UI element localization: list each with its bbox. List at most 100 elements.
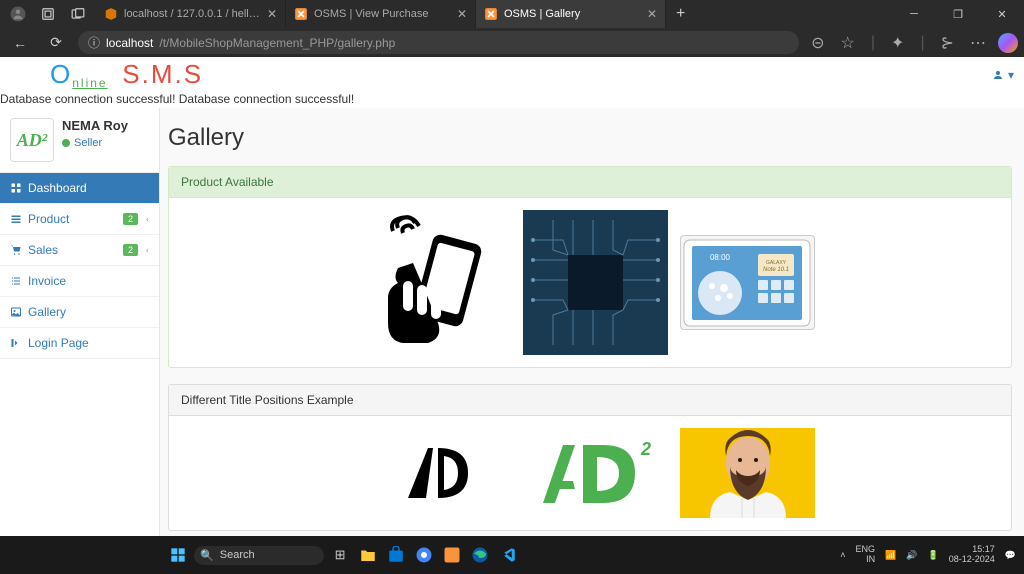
sidebar-item-label: Invoice: [28, 274, 66, 288]
window-controls: ─ ❐ ✕: [892, 0, 1024, 28]
gallery-image-tablet[interactable]: 08:00 GALAXY Note 10.1: [680, 235, 815, 330]
taskbar: 🔍 Search ⊞ ˄ ENGIN 📶 🔊 🔋 15:1708-12-2024…: [0, 536, 1024, 574]
gallery-image-ad2-logo[interactable]: 2: [523, 428, 668, 518]
back-button[interactable]: ←: [6, 29, 34, 57]
chevron-left-icon: ‹: [146, 214, 149, 224]
close-icon[interactable]: ✕: [267, 7, 277, 21]
brand-sms: S.M.S: [122, 59, 203, 89]
favorite-icon[interactable]: ☆: [837, 33, 859, 53]
badge: 2: [123, 244, 138, 256]
tray-chevron-icon[interactable]: ˄: [840, 550, 845, 560]
workspaces-icon[interactable]: [36, 2, 60, 26]
panel-heading: Product Available: [169, 167, 1011, 198]
new-tab-button[interactable]: +: [666, 5, 695, 23]
close-icon[interactable]: ✕: [647, 7, 657, 21]
badge: 2: [123, 213, 138, 225]
notifications-icon[interactable]: 💬: [1005, 550, 1016, 561]
wifi-icon[interactable]: 📶: [885, 550, 896, 561]
minimize-button[interactable]: ─: [892, 0, 936, 28]
sidebar-item-gallery[interactable]: Gallery: [0, 297, 159, 328]
taskbar-right: ˄ ENGIN 📶 🔊 🔋 15:1708-12-2024 💬: [840, 545, 1016, 565]
brand-logo[interactable]: Online S.M.S: [50, 59, 203, 90]
panel-title-positions: Different Title Positions Example 2: [168, 384, 1012, 531]
taskbar-app-xampp[interactable]: [440, 543, 464, 567]
taskbar-app-store[interactable]: [384, 543, 408, 567]
sidebar-item-invoice[interactable]: Invoice: [0, 266, 159, 297]
url-input[interactable]: ⓘ localhost/t/MobileShopManagement_PHP/g…: [78, 31, 799, 54]
svg-text:08:00: 08:00: [710, 253, 731, 262]
content-row: AD² NEMA Roy Seller Dashboard Product 2 …: [0, 108, 1024, 536]
info-icon: ⓘ: [88, 34, 100, 51]
taskbar-app-vscode[interactable]: [496, 543, 520, 567]
refresh-button[interactable]: ⟳: [42, 29, 70, 57]
sidebar-item-login[interactable]: Login Page: [0, 328, 159, 359]
panel-body: 08:00 GALAXY Note 10.1: [169, 198, 1011, 367]
sidebar-item-label: Product: [28, 212, 69, 226]
profile-avatar-icon[interactable]: [6, 2, 30, 26]
close-window-button[interactable]: ✕: [980, 0, 1024, 28]
language-indicator[interactable]: ENGIN: [856, 545, 876, 565]
sidebar-item-label: Login Page: [28, 336, 89, 350]
close-icon[interactable]: ✕: [457, 7, 467, 21]
gallery-image-ad-logo[interactable]: [366, 428, 511, 518]
chevron-down-icon: ▾: [1008, 68, 1014, 82]
svg-text:GALAXY: GALAXY: [766, 260, 787, 266]
brand-o: O: [50, 59, 72, 89]
address-bar: ← ⟳ ⓘ localhost/t/MobileShopManagement_P…: [0, 28, 1024, 57]
taskbar-app-explorer[interactable]: [356, 543, 380, 567]
arrow-right-icon: [10, 337, 22, 349]
volume-icon[interactable]: 🔊: [906, 550, 917, 561]
sidebar-item-label: Dashboard: [28, 181, 87, 195]
tab-title: localhost / 127.0.0.1 / hellophone: [124, 8, 261, 20]
maximize-button[interactable]: ❐: [936, 0, 980, 28]
more-icon[interactable]: ⋯: [966, 33, 990, 53]
taskbar-app-chrome[interactable]: [412, 543, 436, 567]
browser-tab-3[interactable]: OSMS | Gallery ✕: [476, 0, 666, 28]
sidebar-item-label: Gallery: [28, 305, 66, 319]
tab-bar: localhost / 127.0.0.1 / hellophone ✕ OSM…: [0, 0, 1024, 28]
battery-icon[interactable]: 🔋: [928, 550, 939, 561]
sidebar-item-dashboard[interactable]: Dashboard: [0, 173, 159, 204]
main-content: Gallery Product Available: [160, 108, 1024, 536]
zoom-icon[interactable]: ⊝: [807, 33, 828, 53]
collections-icon[interactable]: ⊱: [937, 33, 958, 53]
browser-chrome: localhost / 127.0.0.1 / hellophone ✕ OSM…: [0, 0, 1024, 57]
sidebar: AD² NEMA Roy Seller Dashboard Product 2 …: [0, 108, 160, 536]
profile-role[interactable]: Seller: [62, 137, 128, 149]
clock[interactable]: 15:1708-12-2024: [949, 545, 995, 565]
panel-product-available: Product Available: [168, 166, 1012, 368]
profile-name: NEMA Roy: [62, 118, 128, 133]
browser-tab-1[interactable]: localhost / 127.0.0.1 / hellophone ✕: [96, 0, 286, 28]
tab-actions-icon[interactable]: [66, 2, 90, 26]
brand-nline: nline: [72, 76, 107, 90]
sidebar-item-sales[interactable]: Sales 2 ‹: [0, 235, 159, 266]
url-host: localhost: [106, 36, 153, 50]
gallery-image-avatar[interactable]: [680, 428, 815, 518]
taskbar-center: 🔍 Search ⊞: [166, 543, 520, 567]
phpmyadmin-icon: [104, 7, 118, 21]
xampp-icon: [484, 7, 498, 21]
copilot-icon[interactable]: [998, 33, 1018, 53]
tab-title: OSMS | Gallery: [504, 8, 641, 20]
sidebar-nav: Dashboard Product 2 ‹ Sales 2 ‹ Invoice: [0, 173, 159, 359]
cart-icon: [10, 244, 22, 256]
start-button[interactable]: [166, 543, 190, 567]
db-connection-message: Database connection successful! Database…: [0, 92, 1024, 108]
user-dropdown[interactable]: ▾: [992, 68, 1014, 82]
task-view-icon[interactable]: ⊞: [328, 543, 352, 567]
page-content: Online S.M.S ▾ Database connection succe…: [0, 57, 1024, 536]
panel-heading: Different Title Positions Example: [169, 385, 1011, 416]
extensions-icon[interactable]: ✦: [887, 33, 908, 53]
browser-tab-2[interactable]: OSMS | View Purchase ✕: [286, 0, 476, 28]
sidebar-item-product[interactable]: Product 2 ‹: [0, 204, 159, 235]
address-actions: ⊝ ☆ | ✦ | ⊱ ⋯: [807, 33, 1018, 53]
taskbar-search[interactable]: 🔍 Search: [194, 546, 324, 565]
gallery-image-phone[interactable]: [366, 210, 511, 355]
list-icon: [10, 275, 22, 287]
taskbar-app-edge[interactable]: [468, 543, 492, 567]
gallery-image-circuit[interactable]: [523, 210, 668, 355]
profile-logo: AD²: [10, 118, 54, 162]
search-icon: 🔍: [200, 549, 214, 562]
url-path: /t/MobileShopManagement_PHP/gallery.php: [159, 36, 395, 50]
profile-info: NEMA Roy Seller: [62, 118, 128, 149]
